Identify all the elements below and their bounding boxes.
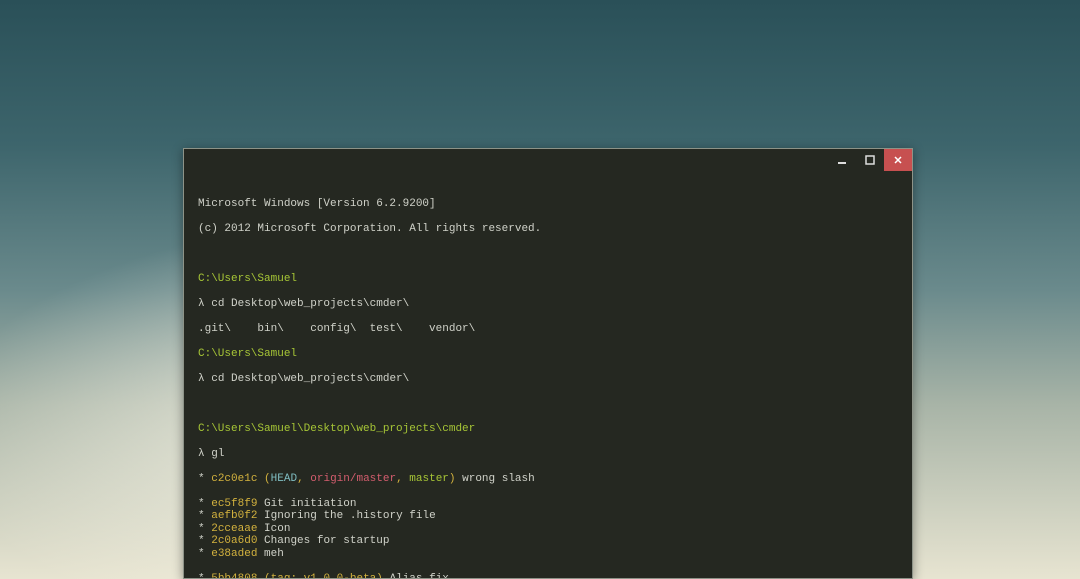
command-line: λ cd Desktop\web_projects\cmder\ — [198, 298, 898, 311]
blank-line — [198, 248, 898, 261]
terminal-output[interactable]: Microsoft Windows [Version 6.2.9200] (c)… — [184, 171, 912, 579]
git-log-line: * ec5f8f9 Git initiation — [198, 498, 898, 511]
git-log-line: * e38aded meh — [198, 548, 898, 561]
minimize-button[interactable] — [828, 149, 856, 171]
git-log-line: * 2cceaae Icon — [198, 523, 898, 536]
desktop-background: Microsoft Windows [Version 6.2.9200] (c)… — [0, 0, 1080, 579]
completion-line: .git\ bin\ config\ test\ vendor\ — [198, 323, 898, 336]
window-titlebar — [184, 149, 912, 171]
command-line: λ cd Desktop\web_projects\cmder\ — [198, 373, 898, 386]
maximize-button[interactable] — [856, 149, 884, 171]
prompt-line: C:\Users\Samuel — [198, 273, 898, 286]
version-line: Microsoft Windows [Version 6.2.9200] — [198, 198, 898, 211]
prompt-line: C:\Users\Samuel\Desktop\web_projects\cmd… — [198, 423, 898, 436]
close-button[interactable] — [884, 149, 912, 171]
git-log-line: * c2c0e1c (HEAD, origin/master, master) … — [198, 473, 898, 486]
command-line: λ gl — [198, 448, 898, 461]
copyright-line: (c) 2012 Microsoft Corporation. All righ… — [198, 223, 898, 236]
prompt-line: C:\Users\Samuel — [198, 348, 898, 361]
terminal-window: Microsoft Windows [Version 6.2.9200] (c)… — [183, 148, 913, 579]
git-log-line: * aefb0f2 Ignoring the .history file — [198, 510, 898, 523]
blank-line — [198, 398, 898, 411]
git-log-line: * 5bb4808 (tag: v1.0.0-beta) Alias fix — [198, 573, 898, 579]
git-log-line: * 2c0a6d0 Changes for startup — [198, 535, 898, 548]
